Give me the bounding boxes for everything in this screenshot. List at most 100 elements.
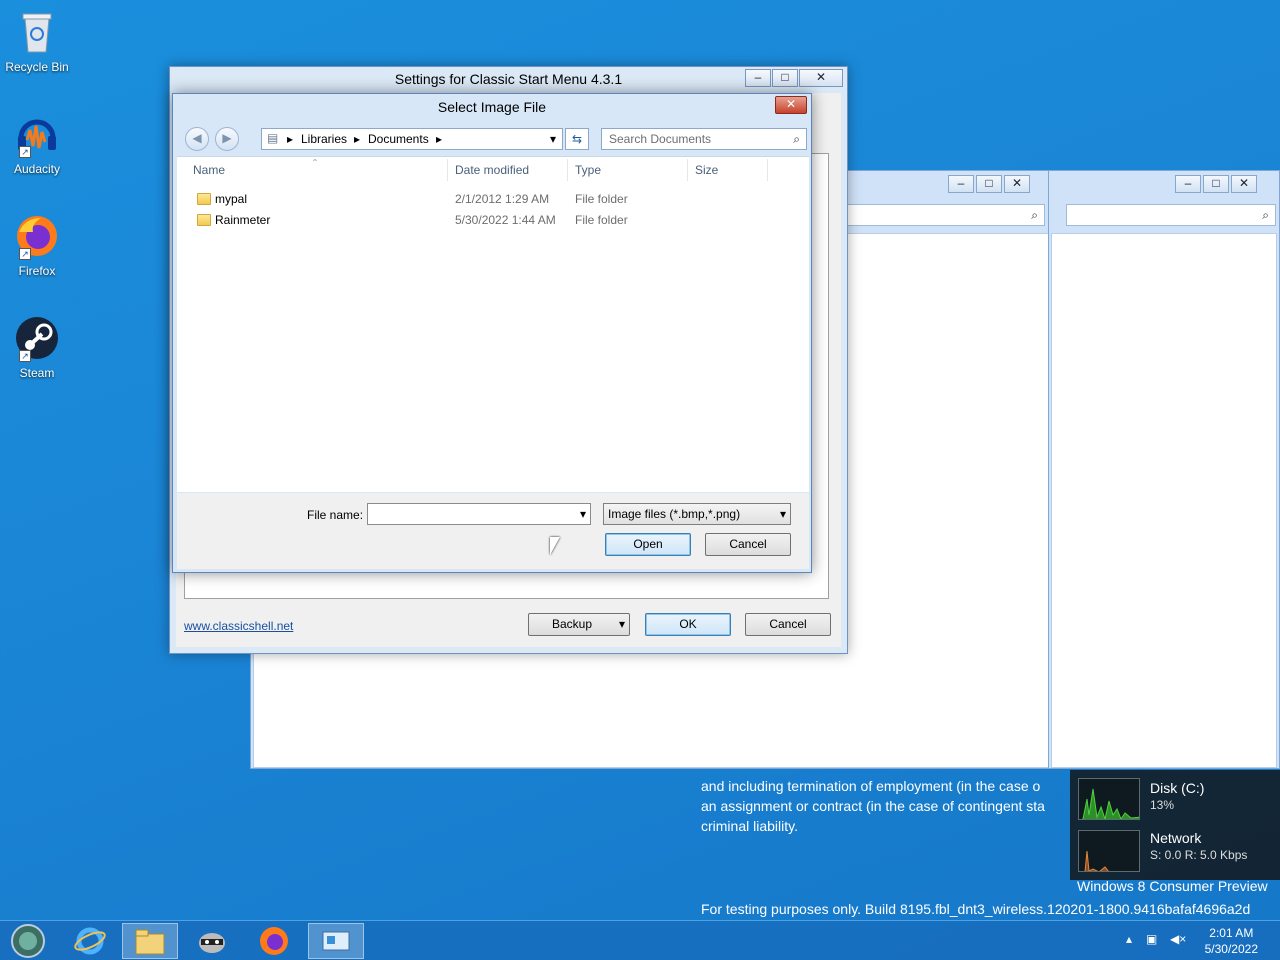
maximize-button[interactable]: □ [772,69,798,87]
clock-time: 2:01 AM [1209,926,1254,940]
dialog-cancel-button[interactable]: Cancel [705,533,791,556]
column-header-size[interactable]: Size [695,163,718,177]
desktop-icon-label: Recycle Bin [5,60,69,74]
file-name: mypal [215,192,248,206]
file-list[interactable]: ˆ Name Date modified Type Size mypal 2/1… [177,156,809,492]
audacity-icon: ↗ [13,110,61,158]
notice-line-2: an assignment or contract (in the case o… [701,798,1045,814]
back-arrow-icon: ◀ [192,131,202,145]
minimize-button[interactable]: – [948,175,974,193]
select-image-file-dialog[interactable]: Select Image File ✕ ◀ ▶ ▤ ▸ Libraries ▸ … [172,93,812,573]
network-graph [1078,830,1140,872]
folder-icon [197,214,211,226]
volume-muted-tray-icon[interactable]: ◀× [1170,932,1186,946]
file-type: File folder [575,213,628,227]
library-icon: ▤ [267,131,279,145]
desktop-icon-steam[interactable]: ↗ Steam [4,314,70,380]
dropdown-arrow-icon: ▾ [618,617,625,631]
network-value: S: 0.0 R: 5.0 Kbps [1150,848,1248,862]
close-button[interactable]: ✕ [799,69,843,87]
dialog-bottom-panel: File name: ▾ Image files (*.bmp,*.png) ▾… [177,493,809,569]
column-header-date[interactable]: Date modified [455,163,529,177]
firefox-icon: ↗ [13,212,61,260]
open-button[interactable]: Open [605,533,691,556]
search-input[interactable] [602,129,782,149]
internet-explorer-taskbar-icon[interactable] [62,923,118,959]
control-panel-taskbar-icon[interactable] [308,923,364,959]
window-controls: – □ ✕ [948,175,1030,193]
search-icon: ⌕ [793,132,800,146]
file-date: 5/30/2022 1:44 AM [455,213,556,227]
forward-arrow-icon: ▶ [222,131,232,145]
desktop-icon-audacity[interactable]: ↗ Audacity [4,110,70,176]
clock-date: 5/30/2022 [1204,942,1258,956]
close-button[interactable]: ✕ [1231,175,1257,193]
file-name-combo[interactable]: ▾ [367,503,591,525]
cancel-button[interactable]: Cancel [745,613,831,636]
raccoon-app-taskbar-icon[interactable] [184,923,240,959]
maximize-button[interactable]: □ [1203,175,1229,193]
shortcut-arrow-icon: ↗ [19,146,31,158]
file-type: File folder [575,192,628,206]
search-box[interactable]: ⌕ [847,204,1045,226]
show-hidden-icons-button[interactable]: ▴ [1126,932,1132,946]
column-divider [767,159,768,181]
backup-label: Backup [552,617,593,631]
background-explorer-window-2[interactable]: – □ ✕ ⌕ [1048,170,1280,769]
desktop-icon-recycle-bin[interactable]: Recycle Bin [4,8,70,74]
file-type-filter-value: Image files (*.bmp,*.png) [608,507,741,521]
back-button[interactable]: ◀ [185,127,209,151]
dialog-close-button[interactable]: ✕ [775,96,807,114]
column-divider [447,159,448,181]
taskbar: ▴ ▣ ◀× 2:01 AM 5/30/2022 [0,920,1280,960]
file-explorer-taskbar-icon[interactable] [122,923,178,959]
desktop-icon-label: Audacity [13,162,61,176]
network-tray-icon[interactable]: ▣ [1146,932,1157,946]
search-box[interactable]: ⌕ [1066,204,1276,226]
file-name-label: File name: [307,508,364,522]
window-controls: – □ ✕ [1175,175,1257,193]
list-item[interactable]: mypal 2/1/2012 1:29 AM File folder [177,189,809,210]
breadcrumb-libraries[interactable]: Libraries [301,132,347,146]
notice-line-1: and including termination of employment … [701,778,1041,794]
address-dropdown-icon[interactable]: ▾ [550,132,556,146]
column-header-name[interactable]: Name [193,163,225,177]
firefox-taskbar-icon[interactable] [246,923,302,959]
list-item[interactable]: Rainmeter 5/30/2022 1:44 AM File folder [177,210,809,231]
column-divider [567,159,568,181]
search-icon: ⌕ [1262,208,1269,222]
sort-ascending-icon: ˆ [313,157,317,171]
desktop-icon-firefox[interactable]: ↗ Firefox [4,212,70,278]
breadcrumb-separator-icon: ▸ [354,132,361,146]
dropdown-arrow-icon: ▾ [779,507,786,521]
dropdown-arrow-icon: ▾ [579,507,586,521]
file-type-filter[interactable]: Image files (*.bmp,*.png) ▾ [603,503,791,525]
search-icon: ⌕ [1031,208,1038,222]
shortcut-arrow-icon: ↗ [19,248,31,260]
system-monitor-gadget[interactable]: Disk (C:) 13% Network S: 0.0 R: 5.0 Kbps [1070,770,1280,880]
recycle-bin-icon [13,8,61,56]
disk-graph [1078,778,1140,820]
search-box[interactable]: ⌕ [601,128,807,150]
taskbar-clock[interactable]: 2:01 AM 5/30/2022 [1205,925,1258,957]
address-bar[interactable]: ▤ ▸ Libraries ▸ Documents ▸ ▾ [261,128,563,150]
forward-button[interactable]: ▶ [215,127,239,151]
column-header-type[interactable]: Type [575,163,601,177]
shortcut-arrow-icon: ↗ [19,350,31,362]
content-pane [1051,233,1277,768]
close-button[interactable]: ✕ [1004,175,1030,193]
ok-button[interactable]: OK [645,613,731,636]
refresh-icon: ⇆ [571,132,583,146]
desktop-icon-label: Steam [19,366,55,380]
breadcrumb-documents[interactable]: Documents [368,132,429,146]
start-button[interactable] [0,923,56,959]
folder-icon [197,193,211,205]
classicshell-link[interactable]: www.classicshell.net [184,619,293,633]
maximize-button[interactable]: □ [976,175,1002,193]
notice-line-3: criminal liability. [701,818,798,834]
backup-button[interactable]: Backup ▾ [528,613,630,636]
minimize-button[interactable]: – [745,69,771,87]
refresh-button[interactable]: ⇆ [565,128,589,150]
mouse-pointer-icon [550,537,560,555]
minimize-button[interactable]: – [1175,175,1201,193]
